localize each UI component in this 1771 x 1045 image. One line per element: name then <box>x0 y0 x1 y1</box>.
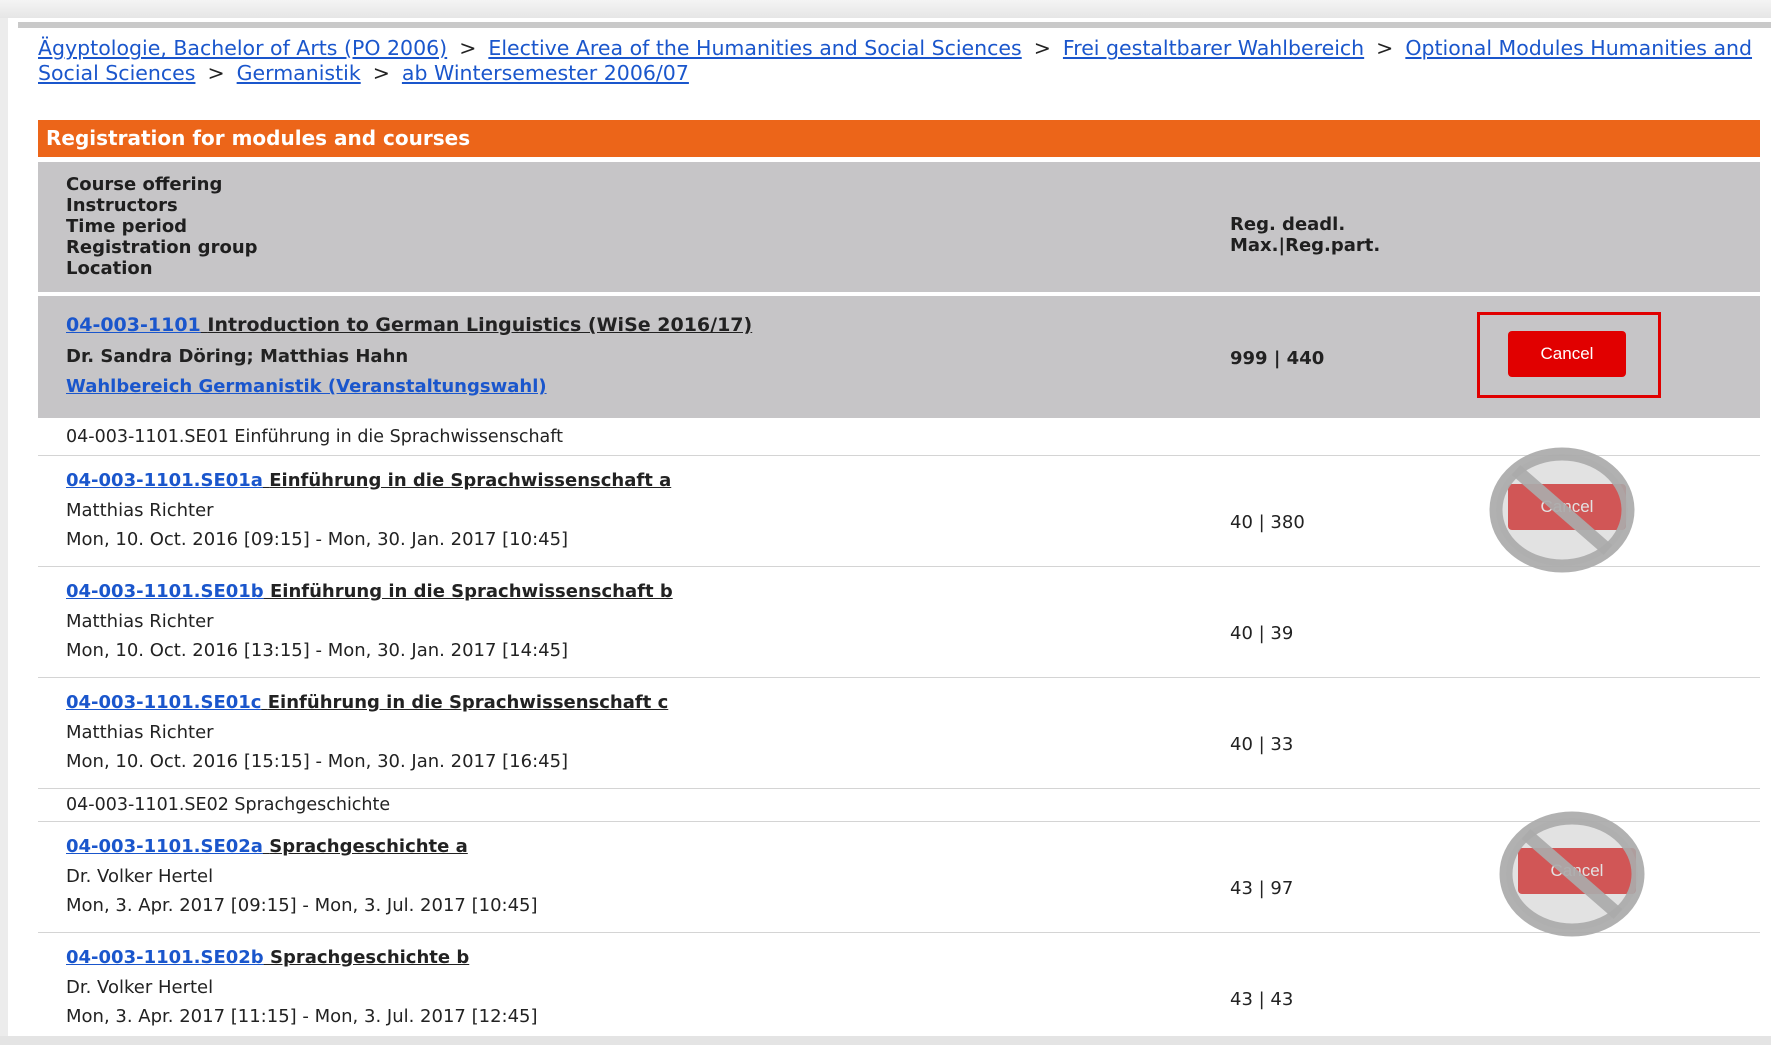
event-code-link[interactable]: 04-003-1101.SE01b <box>66 581 264 602</box>
event-max-reg: 40 | 380 <box>1230 512 1305 533</box>
header-course-offering: Course offering <box>66 174 223 195</box>
header-instructors: Instructors <box>66 195 178 216</box>
course-instructors: Dr. Sandra Döring; Matthias Hahn <box>66 346 409 367</box>
course-max-reg: 999 | 440 <box>1230 348 1325 369</box>
breadcrumb-item-frei-gestaltbarer[interactable]: Frei gestaltbarer Wahlbereich <box>1063 36 1364 60</box>
event-period: Mon, 3. Apr. 2017 [11:15] - Mon, 3. Jul.… <box>66 1006 538 1027</box>
window-top-divider <box>18 22 1771 28</box>
event-instructor: Matthias Richter <box>66 500 214 521</box>
event-period: Mon, 3. Apr. 2017 [09:15] - Mon, 3. Jul.… <box>66 895 538 916</box>
event-code-link[interactable]: 04-003-1101.SE01a <box>66 470 263 491</box>
course-group-line: Wahlbereich Germanistik (Veranstaltungsw… <box>66 376 547 397</box>
disabled-cancel-se01a: Cancel <box>1488 446 1636 574</box>
header-max-reg: Max.|Reg.part. <box>1230 235 1381 256</box>
table-header: Course offering Instructors Time period … <box>38 162 1760 292</box>
course-code-link[interactable]: 04-003-1101 <box>66 314 201 336</box>
breadcrumb: Ägyptologie, Bachelor of Arts (PO 2006) >… <box>38 36 1758 86</box>
prohibited-icon <box>1489 447 1635 573</box>
event-instructor: Dr. Volker Hertel <box>66 977 214 998</box>
cancel-button[interactable]: Cancel <box>1508 331 1626 377</box>
window-left-edge <box>0 18 8 1045</box>
event-code-link[interactable]: 04-003-1101.SE02b <box>66 947 264 968</box>
event-max-reg: 40 | 39 <box>1230 623 1294 644</box>
header-left-labels: Course offering Instructors Time period … <box>66 174 258 279</box>
event-title[interactable]: Sprachgeschichte a <box>269 836 468 857</box>
header-reg-deadline: Reg. deadl. <box>1230 214 1346 235</box>
event-max-reg: 43 | 43 <box>1230 989 1294 1010</box>
event-instructor: Matthias Richter <box>66 611 214 632</box>
event-title-line: 04-003-1101.SE01b Einführung in die Spra… <box>66 581 673 602</box>
group-label: 04-003-1101.SE01 Einführung in die Sprac… <box>66 427 563 447</box>
disabled-cancel-se02a: Cancel <box>1498 810 1646 938</box>
header-location: Location <box>66 258 153 279</box>
breadcrumb-separator: > <box>1376 36 1394 60</box>
breadcrumb-item-aegyptologie[interactable]: Ägyptologie, Bachelor of Arts (PO 2006) <box>38 36 447 60</box>
breadcrumb-separator: > <box>459 36 477 60</box>
breadcrumb-item-elective-area[interactable]: Elective Area of the Humanities and Soci… <box>488 36 1021 60</box>
breadcrumb-item-wintersemester[interactable]: ab Wintersemester 2006/07 <box>402 61 689 85</box>
event-period: Mon, 10. Oct. 2016 [09:15] - Mon, 30. Ja… <box>66 529 569 550</box>
event-max-reg: 43 | 97 <box>1230 878 1294 899</box>
course-group-link[interactable]: Wahlbereich Germanistik (Veranstaltungsw… <box>66 376 547 397</box>
breadcrumb-item-germanistik[interactable]: Germanistik <box>237 61 361 85</box>
event-period: Mon, 10. Oct. 2016 [15:15] - Mon, 30. Ja… <box>66 751 569 772</box>
header-registration-group: Registration group <box>66 237 258 258</box>
breadcrumb-separator: > <box>207 61 225 85</box>
course-title-line: 04-003-1101 Introduction to German Lingu… <box>66 314 752 336</box>
event-title-line: 04-003-1101.SE02b Sprachgeschichte b <box>66 947 469 968</box>
table-row: 04-003-1101.SE01c Einführung in die Spra… <box>38 678 1760 789</box>
event-title[interactable]: Einführung in die Sprachwissenschaft c <box>268 692 669 713</box>
event-title[interactable]: Sprachgeschichte b <box>270 947 469 968</box>
breadcrumb-separator: > <box>372 61 390 85</box>
event-instructor: Matthias Richter <box>66 722 214 743</box>
event-title-line: 04-003-1101.SE01a Einführung in die Spra… <box>66 470 671 491</box>
table-row: 04-003-1101.SE01b Einführung in die Spra… <box>38 567 1760 678</box>
header-right-labels: Reg. deadl. Max.|Reg.part. <box>1230 214 1380 256</box>
event-instructor: Dr. Volker Hertel <box>66 866 214 887</box>
event-max-reg: 40 | 33 <box>1230 734 1294 755</box>
event-code-link[interactable]: 04-003-1101.SE02a <box>66 836 263 857</box>
group-label: 04-003-1101.SE02 Sprachgeschichte <box>66 795 391 815</box>
course-title[interactable]: Introduction to German Linguistics (WiSe… <box>207 314 752 336</box>
event-title-line: 04-003-1101.SE01c Einführung in die Spra… <box>66 692 668 713</box>
window-top-bar <box>0 0 1771 18</box>
event-title[interactable]: Einführung in die Sprachwissenschaft a <box>269 470 671 491</box>
event-period: Mon, 10. Oct. 2016 [13:15] - Mon, 30. Ja… <box>66 640 569 661</box>
breadcrumb-separator: > <box>1033 36 1051 60</box>
header-time-period: Time period <box>66 216 188 237</box>
event-code-link[interactable]: 04-003-1101.SE01c <box>66 692 261 713</box>
event-title-line: 04-003-1101.SE02a Sprachgeschichte a <box>66 836 468 857</box>
prohibited-icon <box>1499 811 1645 937</box>
table-row: 04-003-1101.SE02b Sprachgeschichte b Dr.… <box>38 933 1760 1044</box>
event-title[interactable]: Einführung in die Sprachwissenschaft b <box>270 581 673 602</box>
panel-title: Registration for modules and courses <box>38 120 1760 157</box>
